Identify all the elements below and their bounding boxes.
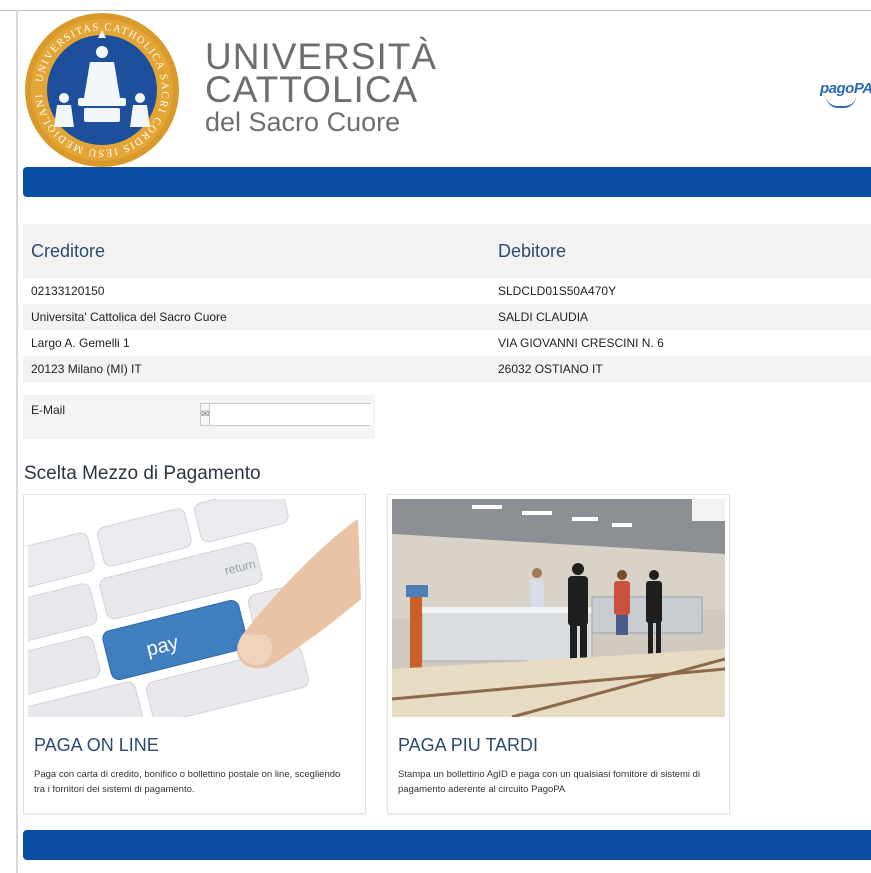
envelope-icon: ✉ bbox=[201, 404, 211, 425]
parties-row-name: Universita' Cattolica del Sacro Cuore SA… bbox=[23, 304, 871, 330]
pagopa-logo-text: pagoPA bbox=[820, 80, 871, 97]
creditor-name: Universita' Cattolica del Sacro Cuore bbox=[31, 310, 227, 324]
creditor-heading: Creditore bbox=[31, 240, 106, 261]
parties-row-address: Largo A. Gemelli 1 VIA GIOVANNI CRESCINI… bbox=[23, 330, 871, 356]
parties-row-city: 20123 Milano (MI) IT 26032 OSTIANO IT bbox=[23, 356, 871, 382]
parties-table: Creditore Debitore 02133120150 SLDCLD01S… bbox=[23, 224, 871, 382]
pay-later-description: Stampa un bollettino AgID e paga con un … bbox=[398, 769, 701, 795]
debtor-address: VIA GIOVANNI CRESCINI N. 6 bbox=[498, 336, 664, 350]
email-input-group: ✉ bbox=[200, 403, 374, 426]
parties-row-fiscal-code: 02133120150 SLDCLD01S50A470Y bbox=[23, 278, 871, 304]
pay-later-card[interactable]: PAGA PIU TARDI Stampa un bollettino AgID… bbox=[387, 494, 730, 814]
pagopa-logo-arc bbox=[826, 96, 856, 108]
creditor-address: Largo A. Gemelli 1 bbox=[31, 336, 130, 350]
bank-counter-image bbox=[392, 499, 725, 717]
header-blue-bar bbox=[23, 167, 871, 197]
debtor-city: 26032 OSTIANO IT bbox=[498, 362, 603, 376]
university-name-line2: CATTOLICA bbox=[205, 69, 419, 110]
email-section: E-Mail ✉ bbox=[23, 395, 375, 439]
keyboard-pay-image: return pay bbox=[28, 499, 361, 717]
payment-method-title: Scelta Mezzo di Pagamento bbox=[24, 463, 261, 484]
top-border bbox=[0, 10, 871, 11]
debtor-name: SALDI CLAUDIA bbox=[498, 310, 589, 324]
left-border bbox=[16, 10, 18, 873]
creditor-city: 20123 Milano (MI) IT bbox=[31, 362, 142, 376]
pay-online-title: PAGA ON LINE bbox=[34, 735, 159, 755]
debtor-fiscal-code: SLDCLD01S50A470Y bbox=[498, 284, 617, 298]
footer-blue-bar bbox=[23, 830, 871, 860]
university-name-line3: del Sacro Cuore bbox=[205, 107, 401, 137]
university-seal-logo: UNIVERSITAS CATHOLICA SACRI CORDIS IESU … bbox=[25, 13, 179, 167]
email-field[interactable] bbox=[210, 404, 374, 425]
pay-later-title: PAGA PIU TARDI bbox=[398, 735, 539, 755]
pay-online-description: Paga con carta di credito, bonifico o bo… bbox=[34, 769, 341, 795]
email-label: E-Mail bbox=[31, 403, 66, 417]
creditor-fiscal-code: 02133120150 bbox=[31, 284, 105, 298]
pagopa-logo: pagoPA bbox=[820, 80, 871, 108]
parties-header-row: Creditore Debitore bbox=[23, 224, 871, 278]
debtor-heading: Debitore bbox=[498, 240, 567, 261]
university-name: UNIVERSITÀ CATTOLICA del Sacro Cuore bbox=[205, 38, 437, 138]
pay-online-card[interactable]: return pay PAGA ON LINE Paga con carta d… bbox=[23, 494, 366, 814]
